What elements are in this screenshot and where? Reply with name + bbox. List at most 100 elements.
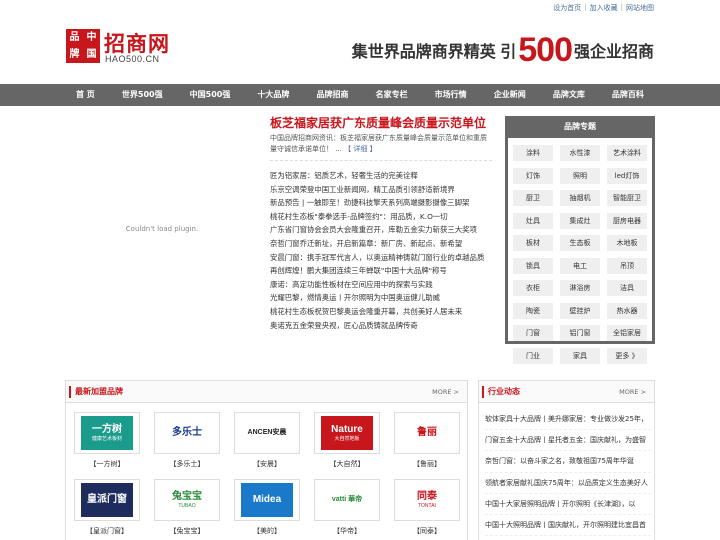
industry-news-item[interactable]: 中国十大家居照明品牌丨开尔照明《长津湖》，以 bbox=[485, 494, 651, 516]
brand-card[interactable]: Midea 【美的】 bbox=[234, 479, 300, 538]
news-item[interactable]: 桃花村生态板祝贺巴黎奥运会隆重开幕，共创美好人居未来 bbox=[270, 305, 492, 319]
brand-topic-tag[interactable]: 全铝家居 bbox=[607, 325, 647, 341]
new-brands-more-link[interactable]: MORE > bbox=[432, 381, 459, 403]
sitemap-link[interactable]: 网站地图 bbox=[626, 3, 654, 13]
add-favorite-link[interactable]: 加入收藏 bbox=[590, 3, 618, 13]
brand-logo[interactable]: 皇派门窗 bbox=[74, 479, 140, 521]
brand-logo[interactable]: 鲁丽 bbox=[394, 412, 460, 454]
nav-item[interactable]: 品牌招商 bbox=[317, 84, 349, 106]
brand-logo[interactable]: 兔宝宝 TUBAO bbox=[154, 479, 220, 521]
brand-topic-tag[interactable]: led灯饰 bbox=[607, 167, 647, 184]
industry-news-item[interactable]: 康丽莱家居携手吉美国庆生态床垫：回归自然睡眠，拥抱 bbox=[485, 536, 651, 540]
brand-topic-tag[interactable]: 厨房电器 bbox=[607, 212, 647, 229]
brand-logo[interactable]: 多乐士 bbox=[154, 412, 220, 454]
brand-card[interactable]: 皇派门窗【皇派门窗】 bbox=[74, 479, 140, 538]
brand-card[interactable]: 鲁丽 【鲁丽】 bbox=[394, 412, 460, 471]
brand-topic-tag[interactable]: 衣柜 bbox=[513, 280, 553, 296]
brand-topics-title: 品牌专题 bbox=[564, 122, 596, 131]
set-homepage-link[interactable]: 设为首页 bbox=[553, 3, 581, 13]
brand-topic-tag[interactable]: 抽烟机 bbox=[560, 190, 600, 206]
brand-topic-tag[interactable]: 吊顶 bbox=[607, 257, 647, 274]
brand-card[interactable]: 同泰 TONTAI 【同泰】 bbox=[394, 479, 460, 538]
nav-item[interactable]: 名家专栏 bbox=[376, 84, 408, 106]
brand-topic-tag[interactable]: 集成灶 bbox=[560, 212, 600, 229]
brand-topic-tag[interactable]: 热水器 bbox=[607, 302, 647, 319]
brand-topic-tag[interactable]: 铝门窗 bbox=[560, 325, 600, 341]
brand-card[interactable]: ANCEN安晨【安晨】 bbox=[234, 412, 300, 471]
brand-card[interactable]: 一方树 健康艺术板材【一方树】 bbox=[74, 412, 140, 471]
brand-topic-tag[interactable]: 智能厨卫 bbox=[607, 190, 647, 206]
brand-topic-tag[interactable]: 木地板 bbox=[607, 235, 647, 251]
brand-name[interactable]: 【多乐士】 bbox=[154, 457, 220, 471]
brand-card[interactable]: vatti 華帝【华帝】 bbox=[314, 479, 380, 538]
nav-item[interactable]: 首 页 bbox=[76, 84, 95, 106]
brand-topic-tag[interactable]: 锁具 bbox=[513, 257, 553, 274]
brand-topic-tag[interactable]: 涂料 bbox=[513, 145, 553, 161]
nav-item[interactable]: 市场行情 bbox=[435, 84, 467, 106]
nav-item[interactable]: 十大品牌 bbox=[257, 84, 289, 106]
brand-topic-tag[interactable]: 淋浴房 bbox=[560, 280, 600, 296]
brand-topic-tag[interactable]: 壁挂炉 bbox=[560, 302, 600, 319]
brand-name[interactable]: 【华帝】 bbox=[314, 524, 380, 538]
brand-topic-tag[interactable]: 板材 bbox=[513, 235, 553, 251]
news-item[interactable]: 奈哲门窗乔迁新址，开启新篇章：新厂房、新起点、新希望 bbox=[270, 237, 492, 251]
nav-item[interactable]: 中国500强 bbox=[190, 84, 231, 106]
brand-card[interactable]: Nature 大自然地板【大自然】 bbox=[314, 412, 380, 471]
brand-topic-tag[interactable]: 门窗 bbox=[513, 325, 553, 341]
industry-news-item[interactable]: 领航者家居献礼国庆75周年：以品质定义生态美好人 bbox=[485, 473, 651, 494]
nav-item[interactable]: 品牌百科 bbox=[612, 84, 644, 106]
brand-card[interactable]: 多乐士 【多乐士】 bbox=[154, 412, 220, 471]
brand-topic-tag[interactable]: 灶具 bbox=[513, 212, 553, 229]
industry-news-item[interactable]: 门窗五金十大品牌丨星托者五金：国庆献礼，为盛智 bbox=[485, 430, 651, 452]
brand-name[interactable]: 【一方树】 bbox=[74, 457, 140, 471]
news-item[interactable]: 康诺：高定功能性板材在空间应用中的探索与实践 bbox=[270, 278, 492, 292]
brand-topic-tag[interactable]: 门业 bbox=[513, 347, 553, 364]
brand-name[interactable]: 【大自然】 bbox=[314, 457, 380, 471]
industry-news-item[interactable]: 中国十大照明品牌丨国庆献礼，开尔照明建比宜昌首 bbox=[485, 515, 651, 537]
site-logo[interactable]: 品 中 牌 国 招商网 HAO500.CN bbox=[66, 29, 174, 69]
nav-item[interactable]: 世界500强 bbox=[122, 84, 163, 106]
brand-logo[interactable]: ANCEN安晨 bbox=[234, 412, 300, 454]
brand-topic-tag[interactable]: 灯饰 bbox=[513, 167, 553, 184]
news-item[interactable]: 桃花村生态板"泰拳选手-品牌签约"：用品质，K.O一切 bbox=[270, 210, 492, 224]
brand-logo[interactable]: vatti 華帝 bbox=[314, 479, 380, 521]
brand-topic-tag[interactable]: 陶瓷 bbox=[513, 302, 553, 319]
summary-detail-link[interactable]: 【 详细 】 bbox=[344, 145, 376, 153]
brand-logo[interactable]: 一方树 健康艺术板材 bbox=[74, 412, 140, 454]
divider: | bbox=[584, 3, 587, 11]
news-item[interactable]: 再创辉煌！鹏大集团连续三年蝉联"中国十大品牌"称号 bbox=[270, 264, 492, 278]
news-item[interactable]: 匠为铝家居：铝质艺术，轻奢生活的完美诠释 bbox=[270, 169, 492, 183]
brand-name[interactable]: 【美的】 bbox=[234, 524, 300, 538]
brand-logo[interactable]: Nature 大自然地板 bbox=[314, 412, 380, 454]
brand-topic-tag[interactable]: 生态板 bbox=[560, 235, 600, 251]
brand-name[interactable]: 【兔宝宝】 bbox=[154, 524, 220, 538]
news-item[interactable]: 新品预告 | 一触即至！劲捷科技擎天系列高端摄影摄像三脚架 bbox=[270, 196, 492, 210]
brand-name[interactable]: 【安晨】 bbox=[234, 457, 300, 471]
brand-name[interactable]: 【同泰】 bbox=[394, 524, 460, 538]
brand-logo[interactable]: 同泰 TONTAI bbox=[394, 479, 460, 521]
news-item[interactable]: 广东省门窗协会会员大会隆重召开，库勒五金实力斩获三大奖项 bbox=[270, 223, 492, 237]
brand-logo[interactable]: Midea bbox=[234, 479, 300, 521]
brand-topic-tag[interactable]: 水性漆 bbox=[560, 145, 600, 161]
brand-name[interactable]: 【鲁丽】 bbox=[394, 457, 460, 471]
news-item[interactable]: 光耀巴黎，燃情奥运丨开尔照明为中国奥运健儿助威 bbox=[270, 291, 492, 305]
brand-topic-tag[interactable]: 照明 bbox=[560, 167, 600, 184]
news-item[interactable]: 乐京空调荣登中国工业新闻网，精工品质引领舒适新境界 bbox=[270, 183, 492, 197]
brand-name[interactable]: 【皇派门窗】 bbox=[74, 524, 140, 538]
brand-topic-tag[interactable]: 更多 》 bbox=[607, 347, 647, 364]
brand-topic-tag[interactable]: 电工 bbox=[560, 257, 600, 274]
industry-news-more-link[interactable]: MORE > bbox=[619, 381, 646, 403]
industry-news-item[interactable]: 奈哲门窗：以奋斗家之名，致敬祖国75周年华诞 bbox=[485, 451, 651, 473]
news-item[interactable]: 奥诺克五金荣登央视，匠心品质铸就品牌传奇 bbox=[270, 319, 492, 333]
nav-item[interactable]: 企业新闻 bbox=[494, 84, 526, 106]
slogan-number: 500 bbox=[518, 30, 573, 69]
brand-topic-tag[interactable]: 艺术涂料 bbox=[607, 145, 647, 161]
headline-link[interactable]: 板芝福家居获广东质量峰会质量示范单位 bbox=[270, 114, 492, 131]
industry-news-item[interactable]: 软体家具十大品牌丨美升娜家居：专业做沙发25年， bbox=[485, 409, 651, 431]
brand-card[interactable]: 兔宝宝 TUBAO 【兔宝宝】 bbox=[154, 479, 220, 538]
news-item[interactable]: 安晨门窗：携手冠军代言人，以奥运精神铸就门窗行业的卓越品质 bbox=[270, 251, 492, 265]
brand-topic-tag[interactable]: 家具 bbox=[560, 347, 600, 364]
nav-item[interactable]: 品牌文库 bbox=[553, 84, 585, 106]
brand-topic-tag[interactable]: 洁具 bbox=[607, 280, 647, 296]
brand-topic-tag[interactable]: 厨卫 bbox=[513, 190, 553, 206]
